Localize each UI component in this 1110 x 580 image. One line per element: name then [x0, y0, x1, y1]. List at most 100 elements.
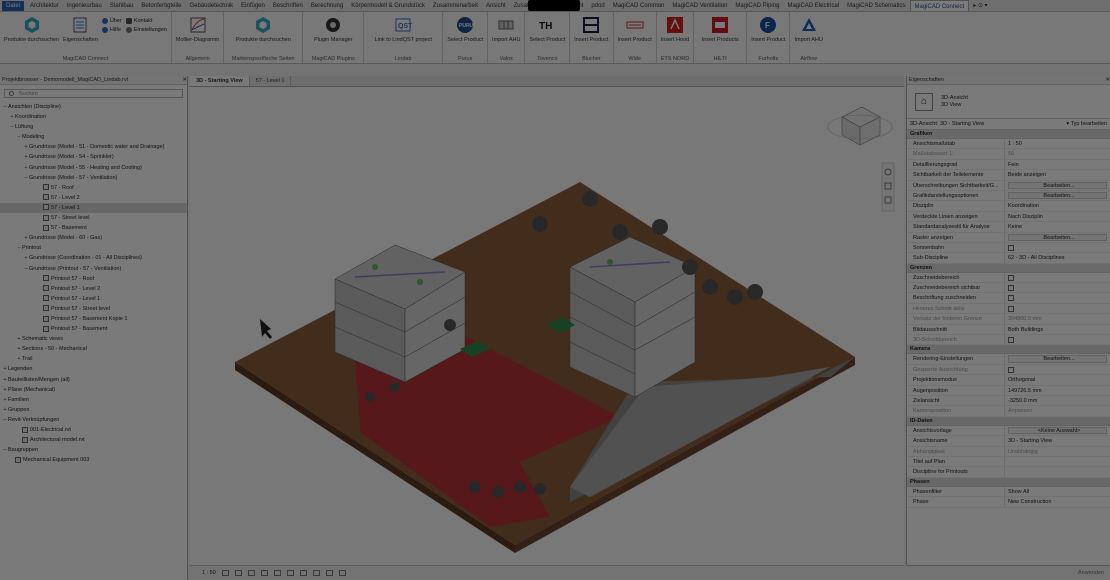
visual-style-icon[interactable] — [234, 570, 242, 576]
tree-item[interactable]: +Gruppen — [0, 405, 187, 415]
plugin-manager-button[interactable]: Plugin Manager — [307, 12, 359, 52]
property-value[interactable] — [1005, 293, 1110, 302]
tree-item[interactable]: 001-Electrical.rvt — [0, 425, 187, 435]
property-edit-button[interactable]: Bearbeiten... — [1008, 191, 1107, 200]
property-section-header[interactable]: Grenzen — [907, 263, 1110, 273]
uber-button[interactable]: Über — [101, 18, 122, 24]
tree-item[interactable]: +Bauteillisten/Mengen (all) — [0, 375, 187, 385]
viewcube-icon[interactable] — [827, 106, 893, 146]
tab-item[interactable]: Gebäudetechnik — [185, 0, 237, 11]
tree-item[interactable]: +Grundrisse (Model - 60 - Gas) — [0, 233, 187, 243]
tree-item[interactable]: 57 - Level 1 — [0, 202, 187, 214]
tree-item[interactable]: –Baugruppen — [0, 445, 187, 455]
property-value[interactable]: Fein — [1005, 160, 1110, 169]
tree-item[interactable]: +Grundrisse (Model - 55 - Heating and Co… — [0, 163, 187, 173]
view-tab[interactable]: 3D - Starting View — [190, 76, 250, 86]
tab-overflow-controls[interactable]: ▸ ⊙ ▾ — [969, 0, 991, 11]
search-input[interactable]: Suchen — [4, 89, 183, 98]
property-section-header[interactable]: Grafiken — [907, 130, 1110, 139]
checkbox[interactable] — [1008, 366, 1014, 373]
tab-item[interactable]: Stahlbau — [106, 0, 138, 11]
property-value[interactable]: Both Buildings — [1005, 325, 1110, 334]
property-edit-button[interactable]: Bearbeiten... — [1008, 233, 1107, 241]
property-value[interactable] — [1005, 304, 1110, 313]
property-value[interactable]: Keine — [1005, 222, 1110, 231]
property-value[interactable]: 304800.0 mm — [1005, 314, 1110, 323]
type-selector[interactable]: ⌂ 3D-Ansicht 3D View — [907, 85, 1110, 119]
tree-item[interactable]: +Grundrisse (Model - 54 - Sprinkler) — [0, 152, 187, 162]
tovenco-select-button[interactable]: TH Select Product — [529, 12, 565, 52]
tab-item[interactable]: Ingenieurbau — [63, 0, 106, 11]
checkbox[interactable] — [1008, 305, 1014, 312]
tree-item[interactable]: 57 - Street level — [0, 213, 187, 223]
tree-item[interactable]: 57 - Roof — [0, 183, 187, 193]
property-value[interactable] — [1005, 273, 1110, 282]
checkbox[interactable] — [1008, 244, 1014, 251]
tree-item[interactable]: +Koordination — [0, 112, 187, 122]
property-section-header[interactable]: ID-Daten — [907, 416, 1110, 426]
tree-item[interactable]: 57 - Level 2 — [0, 193, 187, 203]
tree-item[interactable]: –Printout — [0, 243, 187, 253]
property-value[interactable]: Koordination — [1005, 201, 1110, 210]
tree-item[interactable]: –Revit-Verknüpfungen — [0, 415, 187, 425]
airflow-import-button[interactable]: Import AHU — [794, 12, 823, 52]
tree-item[interactable]: +Familien — [0, 395, 187, 405]
checkbox[interactable] — [1008, 285, 1014, 292]
wide-insert-button[interactable]: Insert Product — [618, 12, 652, 52]
eigenschaften-button[interactable]: Eigenschaften — [63, 12, 98, 52]
checkbox[interactable] — [1008, 274, 1014, 281]
tab-item[interactable]: pdod — [587, 0, 608, 11]
tree-item[interactable]: +Pläne (Mechanical) — [0, 385, 187, 395]
produkte-durchsuchen-button[interactable]: Produkte durchsuchen — [4, 12, 59, 52]
tab-datei[interactable]: Datei — [2, 0, 25, 11]
blucher-insert-button[interactable]: Insert Product — [574, 12, 609, 52]
tab-item[interactable]: MagiCAD Piping — [731, 0, 783, 11]
etsnord-insert-button[interactable]: Insert Hood — [661, 12, 689, 52]
tab-item[interactable]: Körpermodell & Grundstück — [347, 0, 429, 11]
tab-item[interactable]: MagiCAD Common — [609, 0, 669, 11]
purus-select-button[interactable]: PURUS Select Product — [447, 12, 483, 52]
property-edit-button[interactable]: <Keine Auswahl> — [1008, 426, 1107, 435]
tree-item[interactable]: Printout 57 - Level 2 — [0, 284, 187, 294]
furholts-insert-button[interactable]: F Insert Product — [751, 12, 785, 52]
checkbox[interactable] — [1008, 295, 1014, 302]
tab-item[interactable]: MagiCAD Schematics — [843, 0, 909, 11]
property-value[interactable] — [1005, 243, 1110, 252]
property-section-header[interactable]: Phasen — [907, 477, 1110, 487]
property-section-header[interactable]: Kamera — [907, 345, 1110, 355]
shadows-icon[interactable] — [260, 570, 268, 576]
tab-item[interactable]: Beschriften — [269, 0, 307, 11]
property-value[interactable]: 62 - 3D - All Disciplines — [1005, 253, 1110, 262]
property-value[interactable]: 149726.5 mm — [1005, 386, 1110, 395]
tree-item[interactable]: Printout 57 - Roof — [0, 274, 187, 284]
render-icon[interactable] — [273, 570, 281, 576]
checkbox[interactable] — [1008, 337, 1014, 344]
tab-item[interactable]: Betonfertigteile — [137, 0, 185, 11]
property-value[interactable] — [1005, 467, 1110, 476]
hilti-insert-button[interactable]: Insert Products — [698, 12, 742, 52]
tree-item[interactable]: Architectural model.rvt — [0, 435, 187, 445]
tree-item[interactable]: +Grundrisse (Model - 51 - Domestic water… — [0, 142, 187, 152]
produkte-durchsuchen-2-button[interactable]: Produkte durchsuchen — [228, 12, 298, 52]
tab-item[interactable]: Berechnung — [307, 0, 347, 11]
tree-item[interactable]: –Lüftung — [0, 122, 187, 132]
hide-icon[interactable] — [325, 570, 333, 576]
crop-icon[interactable] — [286, 570, 294, 576]
valox-import-button[interactable]: Import AHU — [492, 12, 520, 52]
property-value[interactable]: Unabhängig — [1005, 447, 1110, 456]
tree-item[interactable]: Printout 57 - Level 1 — [0, 294, 187, 304]
tab-item[interactable]: Architektur — [26, 0, 63, 11]
sun-path-icon[interactable] — [247, 570, 255, 576]
property-value[interactable] — [1005, 365, 1110, 374]
tree-item[interactable]: +Schematic views — [0, 334, 187, 344]
tab-item[interactable]: Ansicht — [482, 0, 510, 11]
kontakt-button[interactable]: Kontakt — [125, 18, 167, 24]
einstellungen-button[interactable]: Einstellungen — [125, 27, 167, 33]
reveal-icon[interactable] — [338, 570, 346, 576]
3d-viewport[interactable] — [190, 87, 904, 565]
property-value[interactable]: Show All — [1005, 487, 1110, 496]
lock-icon[interactable] — [312, 570, 320, 576]
tree-item[interactable]: Printout 57 - Basement Kopie 1 — [0, 314, 187, 324]
property-value[interactable]: Anpassen — [1005, 406, 1110, 415]
detail-level-icon[interactable] — [221, 570, 229, 576]
